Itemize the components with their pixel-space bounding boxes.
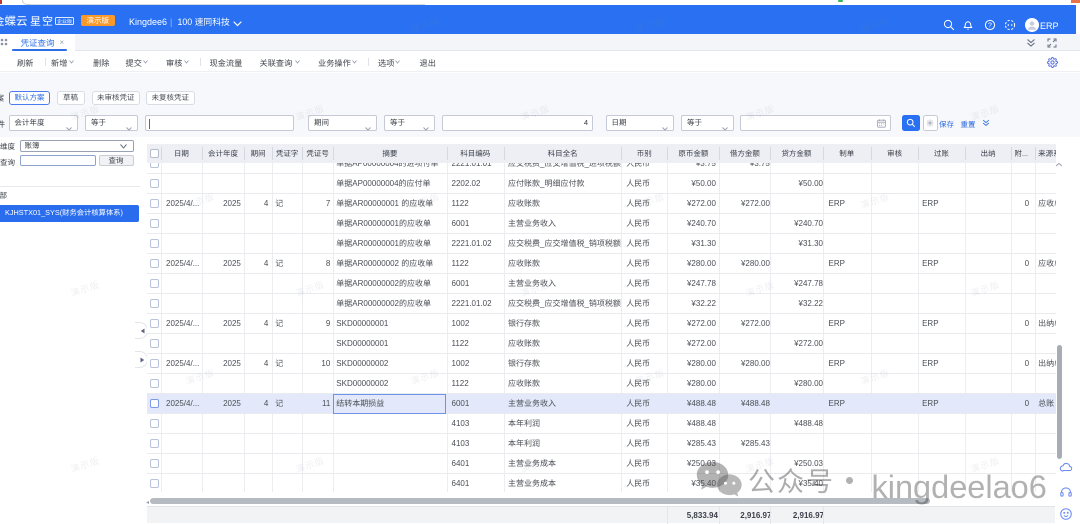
svg-text:?: ? <box>988 22 992 29</box>
